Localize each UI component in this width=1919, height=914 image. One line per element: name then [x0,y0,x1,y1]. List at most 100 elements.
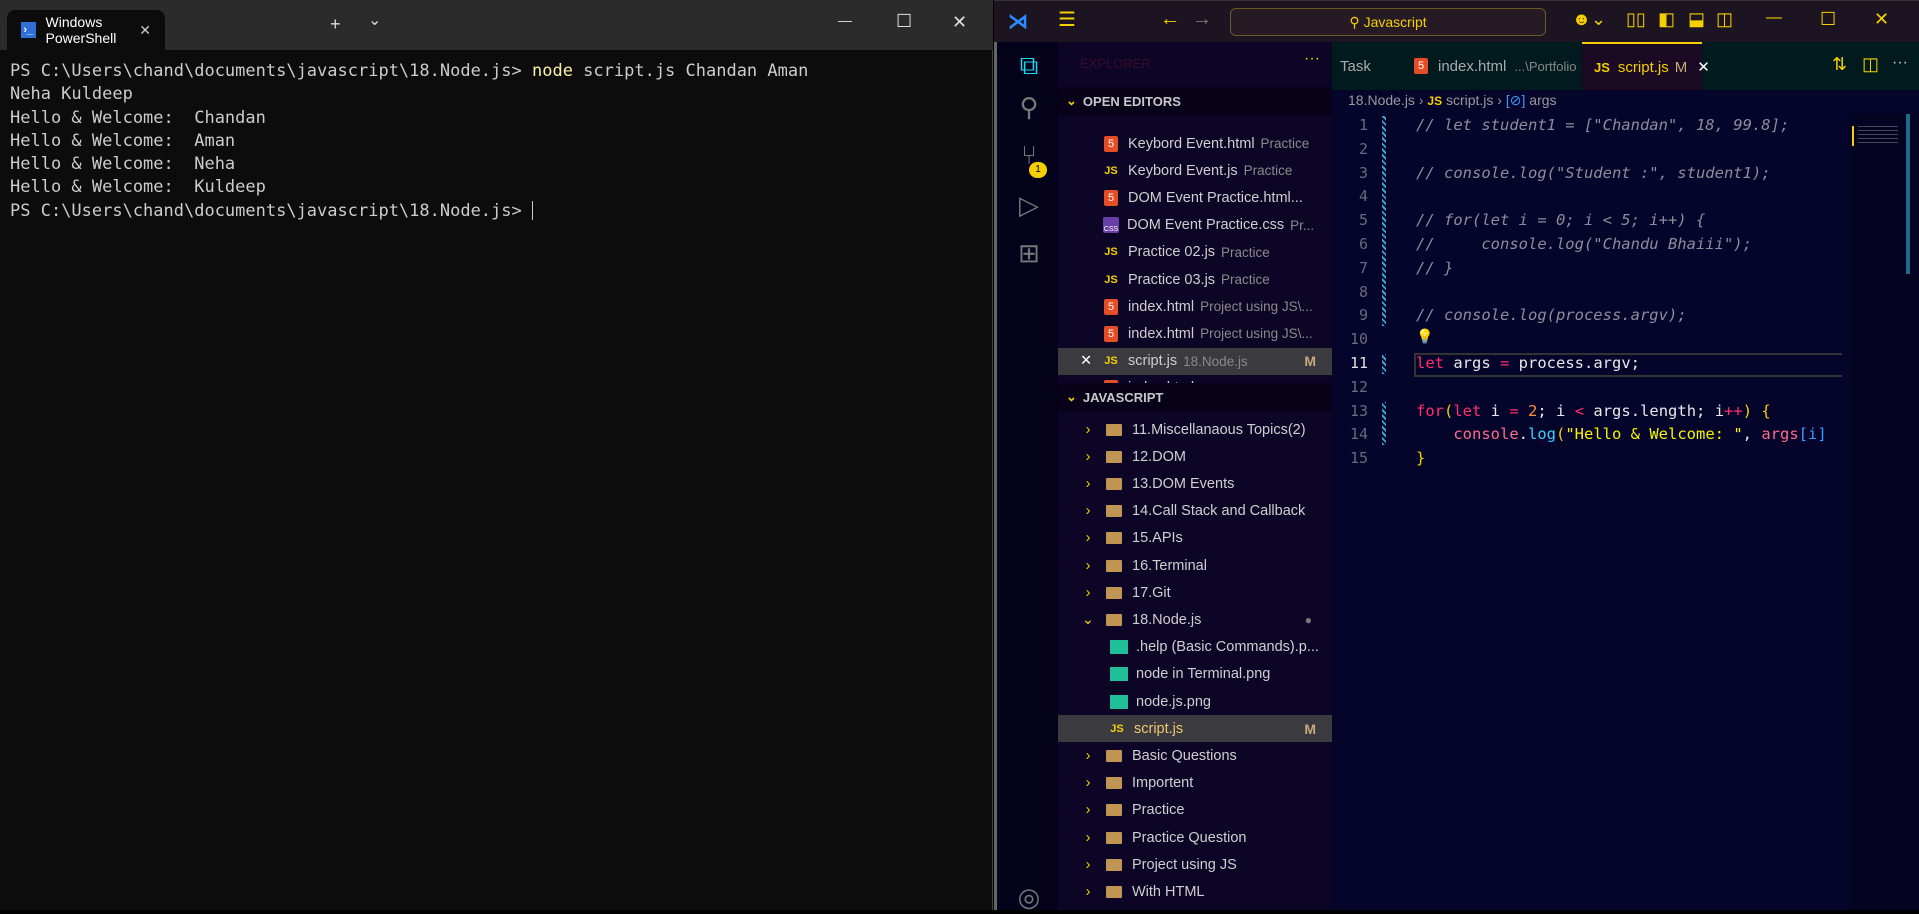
file-item[interactable]: node in Terminal.png [1058,661,1332,688]
git-change-gutter [1382,116,1386,327]
lightbulb-icon[interactable]: 💡 [1416,328,1433,345]
close-tab-button[interactable]: ✕ [139,22,151,39]
run-debug-icon[interactable]: ▷ [1013,190,1045,222]
copilot-icon[interactable]: ☻⌄ [1572,9,1606,30]
code-line: // console.log("Chandu Bhaiii"); [1416,235,1752,253]
scrollbar[interactable] [1906,114,1910,274]
extensions-icon[interactable]: ⊞ [1013,238,1045,270]
folder-item[interactable]: › 16.Terminal [1058,552,1332,579]
maximize-button[interactable]: ☐ [1820,9,1836,30]
back-arrow-icon[interactable]: ← [1160,8,1180,31]
terminal-output[interactable]: PS C:\Users\chand\documents\javascript\1… [10,60,808,223]
open-editor-item[interactable]: CSS DOM Event Practice.css Pr... [1058,212,1332,239]
tab-script-js[interactable]: JS script.js M ✕ [1582,42,1710,90]
open-changes-icon[interactable]: ⇅ [1832,54,1847,75]
close-tab-icon[interactable]: ✕ [1697,58,1710,76]
folder-name: Importent [1132,775,1194,792]
file-name: node.js.png [1136,693,1211,710]
javascript-folder-header[interactable]: ⌄ JAVASCRIPT [1058,383,1332,411]
js-file-icon: JS [1104,164,1118,177]
file-path: Project using JS\... [1200,299,1313,315]
customize-layout-icon[interactable]: ▯▯ [1626,9,1646,30]
open-editor-item[interactable]: JS Keybord Event.js Practice [1058,157,1332,184]
close-button[interactable]: ✕ [1874,9,1889,30]
folder-item[interactable]: › 14.Call Stack and Callback [1058,498,1332,525]
command-center-search[interactable]: ⚲ Javascript [1230,8,1546,36]
code-line: for(let i = 2; i < args.length; i++) { [1416,402,1771,420]
close-window-button[interactable]: ✕ [952,12,967,33]
code-editor[interactable]: 💡 1 // let student1 = ["Chandan", 18, 99.8… [1332,114,1842,474]
folder-item[interactable]: › Basic Questions [1058,742,1332,769]
maximize-button[interactable]: ☐ [896,11,912,32]
chevron-right-icon: › [1085,802,1091,819]
vscode-titlebar: ⋊ ☰ ← → ⚲ Javascript ☻⌄ ▯▯ ◧ ⬓ ◫ — ☐ ✕ [994,0,1919,42]
folder-open-icon [1106,613,1122,626]
tab-task[interactable]: Task [1328,42,1383,90]
code-token: ) [1742,401,1762,420]
code-token: args [1444,354,1500,372]
minimap[interactable] [1850,114,1919,910]
file-item[interactable]: JS script.js M [1058,715,1332,743]
folder-icon [1106,559,1122,572]
folder-icon [1106,777,1122,790]
more-actions-icon[interactable]: ··· [1892,54,1908,72]
file-path: Practice [1221,244,1270,260]
folder-item[interactable]: › With HTML [1058,878,1332,905]
minimize-button[interactable]: — [838,12,852,28]
folder-item[interactable]: › Practice Question [1058,824,1332,851]
new-tab-button[interactable]: + [330,14,341,35]
toggle-panel-icon[interactable]: ⬓ [1688,9,1705,30]
file-item[interactable]: node.js.png [1058,688,1332,715]
minimize-button[interactable]: — [1766,9,1782,27]
folder-item[interactable]: › Practice [1058,797,1332,824]
tab-index-html[interactable]: 5 index.html ...\Portfolio [1398,42,1598,90]
line-number: 8 [1358,282,1368,301]
open-editor-item[interactable]: 5 DOM Event Practice.html... [1058,184,1332,211]
breadcrumb-folder[interactable]: 18.Node.js [1348,92,1415,108]
tab-dropdown-button[interactable]: ⌄ [368,10,381,30]
file-item[interactable]: .help (Basic Commands).p... [1058,634,1332,661]
folder-item[interactable]: › 17.Git [1058,579,1332,606]
code-line: // console.log("Student :", student1); [1416,164,1771,182]
breadcrumb: 18.Node.js › JS script.js › [⊘] args [1348,92,1557,108]
accounts-icon[interactable]: ◎ [1013,882,1045,914]
forward-arrow-icon[interactable]: → [1192,8,1212,31]
more-actions-icon[interactable]: ··· [1304,50,1320,68]
close-icon[interactable]: ✕ [1080,353,1092,369]
open-editor-item[interactable]: JS Practice 03.js Practice [1058,266,1332,293]
toggle-secondary-sidebar-icon[interactable]: ◫ [1716,9,1733,30]
open-editor-item[interactable]: JS Practice 02.js Practice [1058,239,1332,266]
folder-icon [1106,749,1122,762]
terminal-tab[interactable]: ›_ Windows PowerShell ✕ [7,10,165,50]
toggle-sidebar-icon[interactable]: ◧ [1658,9,1675,30]
breadcrumb-file[interactable]: script.js [1446,92,1493,108]
command-args: script.js Chandan Aman [572,61,809,81]
terminal-line: Hello & Welcome: Neha [10,153,808,176]
search-icon[interactable]: ⚲ [1013,92,1045,124]
open-editor-item[interactable]: 5 index.html Project using JS\... [1058,320,1332,347]
explorer-icon[interactable]: ⧉ [1013,50,1045,82]
folder-item[interactable]: › 12.DOM [1058,443,1332,470]
file-name: Practice 03.js [1128,271,1216,288]
open-editor-item[interactable]: ✕ JS script.js 18.Node.js M [1058,347,1332,375]
folder-item[interactable]: › Importent [1058,770,1332,797]
folder-item[interactable]: › 15.APIs [1058,525,1332,552]
open-editor-item[interactable]: 5 Keybord Event.html Practice [1058,130,1332,157]
open-editor-item[interactable]: 5 index.html Project using JS\... [1058,293,1332,320]
folder-item[interactable]: › 11.Miscellanaous Topics(2) [1058,416,1332,443]
breadcrumb-symbol[interactable]: args [1529,92,1556,108]
folder-item[interactable]: › 13.DOM Events [1058,470,1332,497]
menu-icon[interactable]: ☰ [1058,7,1076,32]
split-editor-icon[interactable]: ◫ [1862,54,1879,75]
code-token: // console.log("Student :", student1); [1416,163,1771,182]
code-token: < [1574,401,1585,420]
vscode-logo-icon: ⋊ [1008,11,1028,33]
image-file-icon [1110,640,1128,655]
html-file-icon: 5 [1414,58,1428,74]
open-editors-header[interactable]: ⌄ OPEN EDITORS [1058,87,1332,115]
code-line: let args = process.argv; [1416,354,1640,372]
js-file-icon: JS [1427,94,1443,108]
line-number: 4 [1358,187,1368,206]
folder-item[interactable]: ⌄ 18.Node.js ● [1058,606,1332,633]
folder-item[interactable]: › Project using JS [1058,851,1332,878]
